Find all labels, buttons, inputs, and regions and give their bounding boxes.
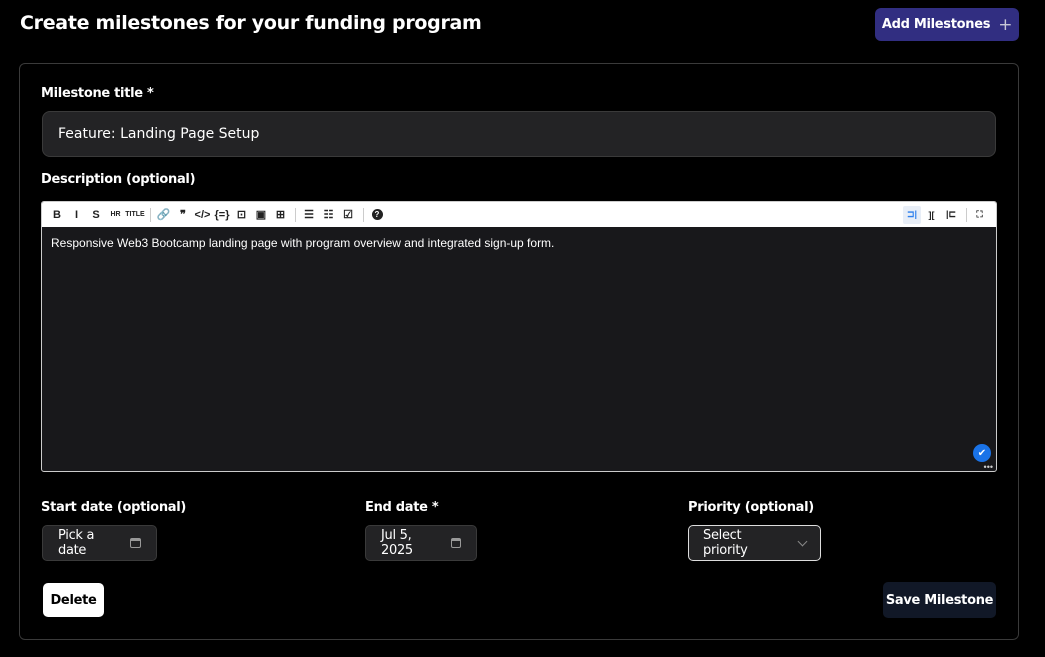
save-milestone-button[interactable]: Save Milestone bbox=[883, 582, 996, 618]
priority-select[interactable]: Select priority bbox=[688, 525, 821, 561]
toolbar-link-icon[interactable]: 🔗 bbox=[155, 206, 173, 224]
calendar-icon bbox=[450, 538, 461, 548]
toolbar-fullscreen-icon[interactable]: ⛶ bbox=[971, 206, 989, 224]
toolbar-code-icon[interactable]: </> bbox=[194, 206, 212, 224]
toolbar-divider bbox=[295, 207, 296, 222]
toolbar-divider bbox=[965, 207, 967, 222]
check-icon: ✔ bbox=[973, 444, 991, 462]
toolbar-strikethrough-icon[interactable]: S bbox=[87, 206, 105, 224]
start-date-value: Pick a date bbox=[58, 528, 95, 558]
toolbar-preview-mode-icon[interactable]: |⊏ bbox=[942, 206, 960, 224]
toolbar-table-icon[interactable]: ⊞ bbox=[272, 206, 290, 224]
milestone-title-label: Milestone title * bbox=[41, 86, 154, 101]
toolbar-divider bbox=[149, 207, 151, 222]
toolbar-checked-list-icon[interactable]: ☑ bbox=[339, 206, 357, 224]
toolbar-live-mode-icon[interactable]: ][ bbox=[923, 206, 941, 224]
delete-button[interactable]: Delete bbox=[43, 583, 104, 617]
toolbar-bold-icon[interactable]: B bbox=[48, 206, 66, 224]
description-editor[interactable]: B I S HR TITLE 🔗 ❞ </> {=} ⊡ ▣ ⊞ ☰ ☷ ☑? ⊐|][|⊏ ⛶ Respons… bbox=[41, 201, 997, 472]
toolbar-unordered-list-icon[interactable]: ☰ bbox=[300, 206, 318, 224]
editor-toolbar: B I S HR TITLE 🔗 ❞ </> {=} ⊡ ▣ ⊞ ☰ ☷ ☑? ⊐|][|⊏ ⛶ bbox=[42, 202, 996, 227]
toolbar-quote-icon[interactable]: ❞ bbox=[174, 206, 192, 224]
milestone-title-input[interactable] bbox=[42, 111, 996, 157]
add-milestones-label: Add Milestones bbox=[881, 17, 991, 32]
toolbar-comment-icon[interactable]: ⊡ bbox=[233, 206, 251, 224]
end-date-label: End date * bbox=[365, 500, 439, 515]
end-date-picker[interactable]: Jul 5, 2025 bbox=[365, 525, 477, 561]
toolbar-ordered-list-icon[interactable]: ☷ bbox=[320, 206, 338, 224]
priority-label: Priority (optional) bbox=[688, 500, 814, 515]
toolbar-edit-mode-icon[interactable]: ⊐| bbox=[903, 205, 921, 224]
priority-value: Select priority bbox=[703, 528, 748, 558]
start-date-picker[interactable]: Pick a date bbox=[42, 525, 157, 561]
toolbar-hr-icon[interactable]: HR bbox=[107, 206, 125, 224]
description-label: Description (optional) bbox=[41, 172, 196, 187]
start-date-label: Start date (optional) bbox=[41, 500, 187, 515]
toolbar-italic-icon[interactable]: I bbox=[68, 206, 86, 224]
end-date-value: Jul 5, 2025 bbox=[381, 528, 413, 558]
toolbar-title-icon[interactable]: TITLE bbox=[125, 206, 144, 224]
plus-icon: + bbox=[998, 14, 1013, 35]
chevron-down-icon bbox=[797, 536, 808, 546]
toolbar-help-icon[interactable]: ? bbox=[371, 209, 383, 220]
toolbar-image-icon[interactable]: ▣ bbox=[252, 206, 270, 224]
description-content[interactable]: Responsive Web3 Bootcamp landing page wi… bbox=[42, 227, 996, 259]
toolbar-code-block-icon[interactable]: {=} bbox=[213, 206, 231, 224]
add-milestones-button[interactable]: Add Milestones + bbox=[875, 8, 1019, 41]
page-title: Create milestones for your funding progr… bbox=[20, 12, 482, 34]
calendar-icon bbox=[130, 538, 141, 548]
resize-handle[interactable]: ••• bbox=[984, 463, 993, 472]
toolbar-divider bbox=[362, 207, 364, 222]
